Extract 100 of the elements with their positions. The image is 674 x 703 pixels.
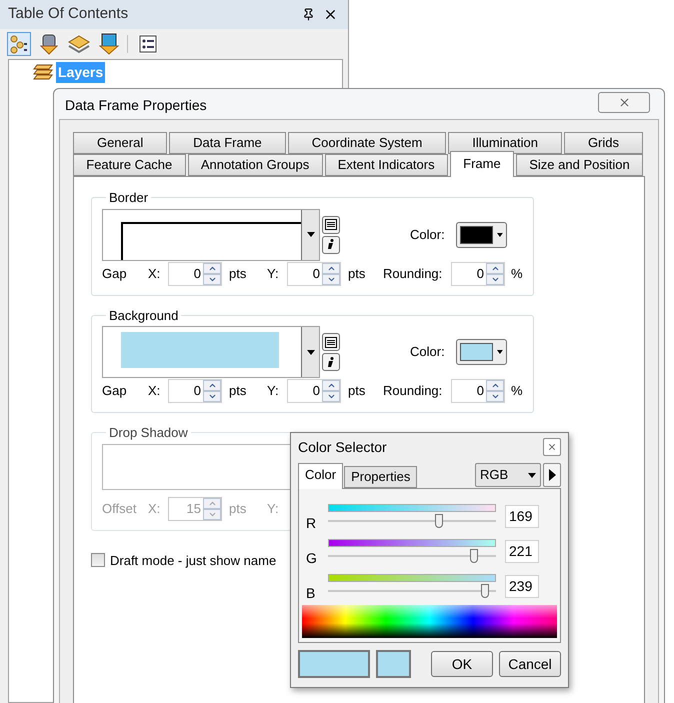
list-icon	[139, 35, 157, 53]
x-gap-spinbox[interactable]: 0	[168, 262, 222, 286]
toolbar-button[interactable]	[7, 32, 31, 56]
expand-button[interactable]	[543, 463, 561, 487]
value-field[interactable]: 239	[505, 574, 539, 598]
channel-label: R	[305, 514, 318, 532]
channel-label: G	[305, 548, 318, 568]
tab[interactable]: Size and Position	[516, 154, 643, 176]
layers-icon	[33, 64, 53, 80]
dropdown-arrow-button[interactable]	[301, 327, 319, 377]
x-gap-spinbox[interactable]: 0	[168, 379, 222, 403]
close-button[interactable]	[543, 438, 561, 456]
y-gap-spinbox[interactable]: 0	[287, 379, 341, 403]
close-icon	[618, 96, 630, 109]
toolbar-button[interactable]	[37, 32, 61, 56]
info-icon	[327, 356, 335, 368]
color-label: Color:	[410, 343, 446, 362]
tree-icon	[9, 34, 29, 54]
spin-down-button[interactable]	[203, 274, 221, 284]
cancel-button[interactable]: Cancel	[499, 651, 561, 677]
unit-label: pts	[348, 264, 366, 283]
spin-up-button[interactable]	[203, 262, 221, 274]
x-label: X:	[148, 500, 162, 518]
spin-down-button[interactable]	[203, 391, 221, 402]
toolbar-button[interactable]	[97, 32, 121, 56]
slider-thumb[interactable]	[435, 514, 444, 528]
offset-label: Offset	[102, 500, 138, 518]
slider-thumb[interactable]	[481, 584, 490, 598]
window-title: Color Selector	[298, 438, 388, 457]
spin-down-button[interactable]	[322, 391, 340, 402]
percent-label: %	[511, 382, 523, 400]
group-title: Drop Shadow	[108, 424, 189, 442]
spin-down-button[interactable]	[322, 274, 340, 284]
y-label: Y:	[267, 264, 280, 283]
close-button[interactable]	[598, 92, 650, 113]
channel-label: B	[305, 584, 316, 602]
tab[interactable]: Annotation Groups	[188, 154, 322, 176]
rounding-spinbox[interactable]: 0	[451, 262, 505, 286]
x-label: X:	[148, 264, 162, 283]
tab[interactable]: General	[73, 132, 168, 154]
tab[interactable]: Feature Cache	[73, 154, 186, 176]
tab[interactable]: Extent Indicators	[324, 154, 448, 176]
panel-title: Table Of Contents	[8, 4, 130, 24]
tab[interactable]: Properties	[344, 466, 418, 488]
spin-down-button[interactable]	[486, 274, 504, 284]
close-icon	[547, 442, 557, 452]
info-button[interactable]	[322, 236, 340, 254]
checkbox-label: Draft mode - just show name	[110, 552, 276, 570]
value-field[interactable]: 221	[505, 540, 539, 562]
percent-label: %	[511, 264, 523, 283]
right-arrow-icon	[548, 469, 556, 481]
close-icon[interactable]	[323, 7, 338, 22]
model-dropdown[interactable]: RGB	[475, 463, 541, 487]
ok-button[interactable]: OK	[431, 651, 493, 677]
y-label: Y:	[267, 382, 280, 400]
spin-up-button[interactable]	[203, 380, 221, 391]
rounding-label: Rounding:	[383, 382, 444, 400]
checkbox[interactable]	[91, 553, 105, 568]
slider-thumb[interactable]	[470, 549, 478, 563]
gap-label: Gap	[102, 264, 128, 283]
spin-up-button[interactable]	[486, 380, 504, 391]
color-button[interactable]	[456, 339, 507, 365]
color-button[interactable]	[456, 222, 507, 248]
map-layer-icon	[99, 33, 119, 55]
tab[interactable]: Illumination	[448, 132, 562, 154]
tab[interactable]: Frame	[450, 151, 514, 177]
tab[interactable]: Color	[298, 463, 344, 489]
color-spectrum[interactable]	[302, 605, 557, 638]
tab[interactable]: Data Frame	[169, 132, 286, 154]
dropdown-arrow-button[interactable]	[301, 210, 319, 260]
caret-icon	[497, 232, 503, 236]
caret-icon	[306, 232, 314, 237]
rounding-label: Rounding:	[383, 264, 444, 283]
spin-up-button[interactable]	[486, 262, 504, 274]
list-icon	[325, 219, 337, 230]
layers-icon	[68, 34, 90, 54]
pin-icon[interactable]	[302, 8, 315, 21]
rounding-spinbox[interactable]: 0	[451, 379, 505, 403]
gap-label: Gap	[102, 382, 128, 400]
info-button[interactable]	[322, 353, 340, 371]
caret-icon	[497, 350, 503, 354]
unit-label: pts	[229, 500, 248, 518]
y-gap-spinbox[interactable]: 0	[287, 262, 341, 286]
symbol-dropdown[interactable]	[102, 208, 320, 260]
caret-icon	[306, 350, 314, 354]
list-icon	[325, 336, 337, 348]
x-label: X:	[148, 382, 162, 400]
tab[interactable]: Coordinate System	[288, 132, 446, 154]
tab[interactable]: Grids	[564, 132, 643, 154]
properties-button[interactable]	[322, 333, 340, 351]
value-field[interactable]: 169	[505, 504, 539, 528]
dialog-title: Data Frame Properties	[64, 96, 207, 115]
spin-down-button[interactable]	[486, 391, 504, 402]
y-label: Y:	[267, 500, 280, 518]
group-title: Border	[108, 189, 150, 207]
spin-up-button[interactable]	[322, 262, 340, 274]
group-title: Background	[108, 306, 180, 325]
properties-button[interactable]	[322, 216, 340, 234]
spin-up-button[interactable]	[322, 380, 340, 391]
caret-icon	[528, 472, 536, 478]
